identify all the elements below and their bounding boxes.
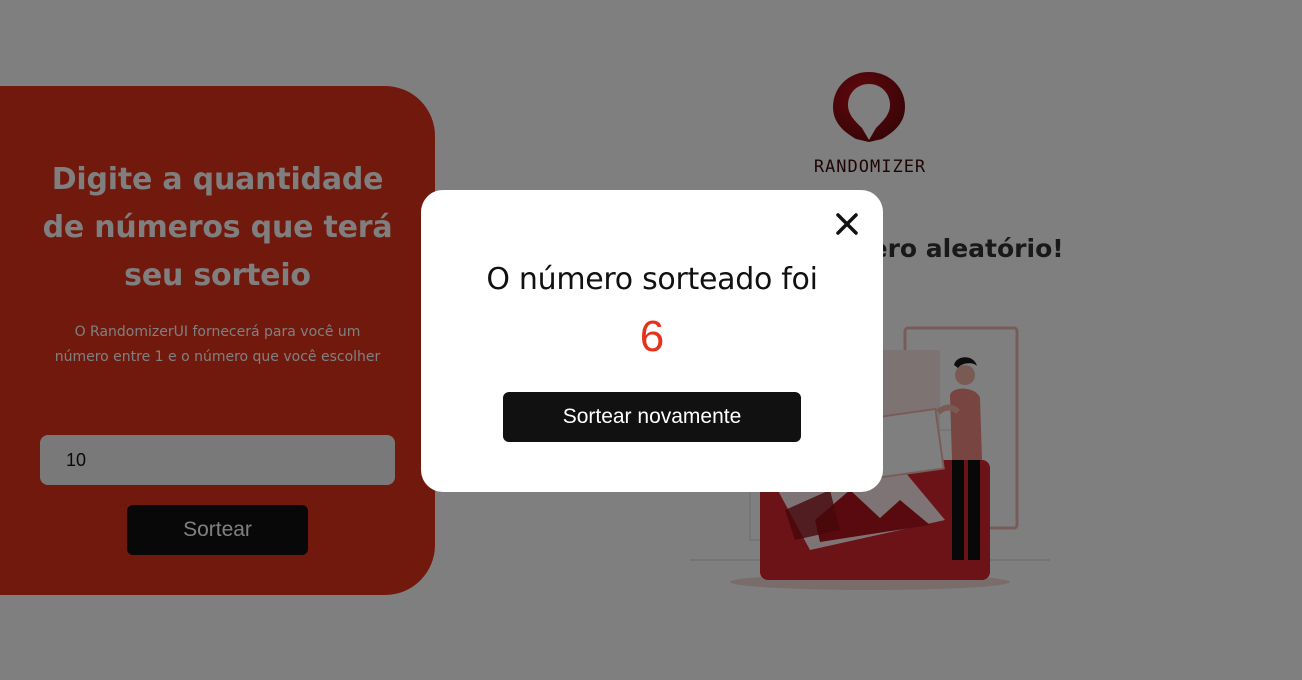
draw-again-button[interactable]: Sortear novamente [503, 392, 801, 442]
drawn-number: 6 [639, 312, 665, 361]
result-modal: O número sorteado foi 6 Sortear novament… [421, 190, 883, 492]
close-icon[interactable] [831, 208, 863, 240]
result-title: O número sorteado foi [486, 262, 818, 297]
page: Digite a quantidade de números que terá … [0, 0, 1302, 680]
